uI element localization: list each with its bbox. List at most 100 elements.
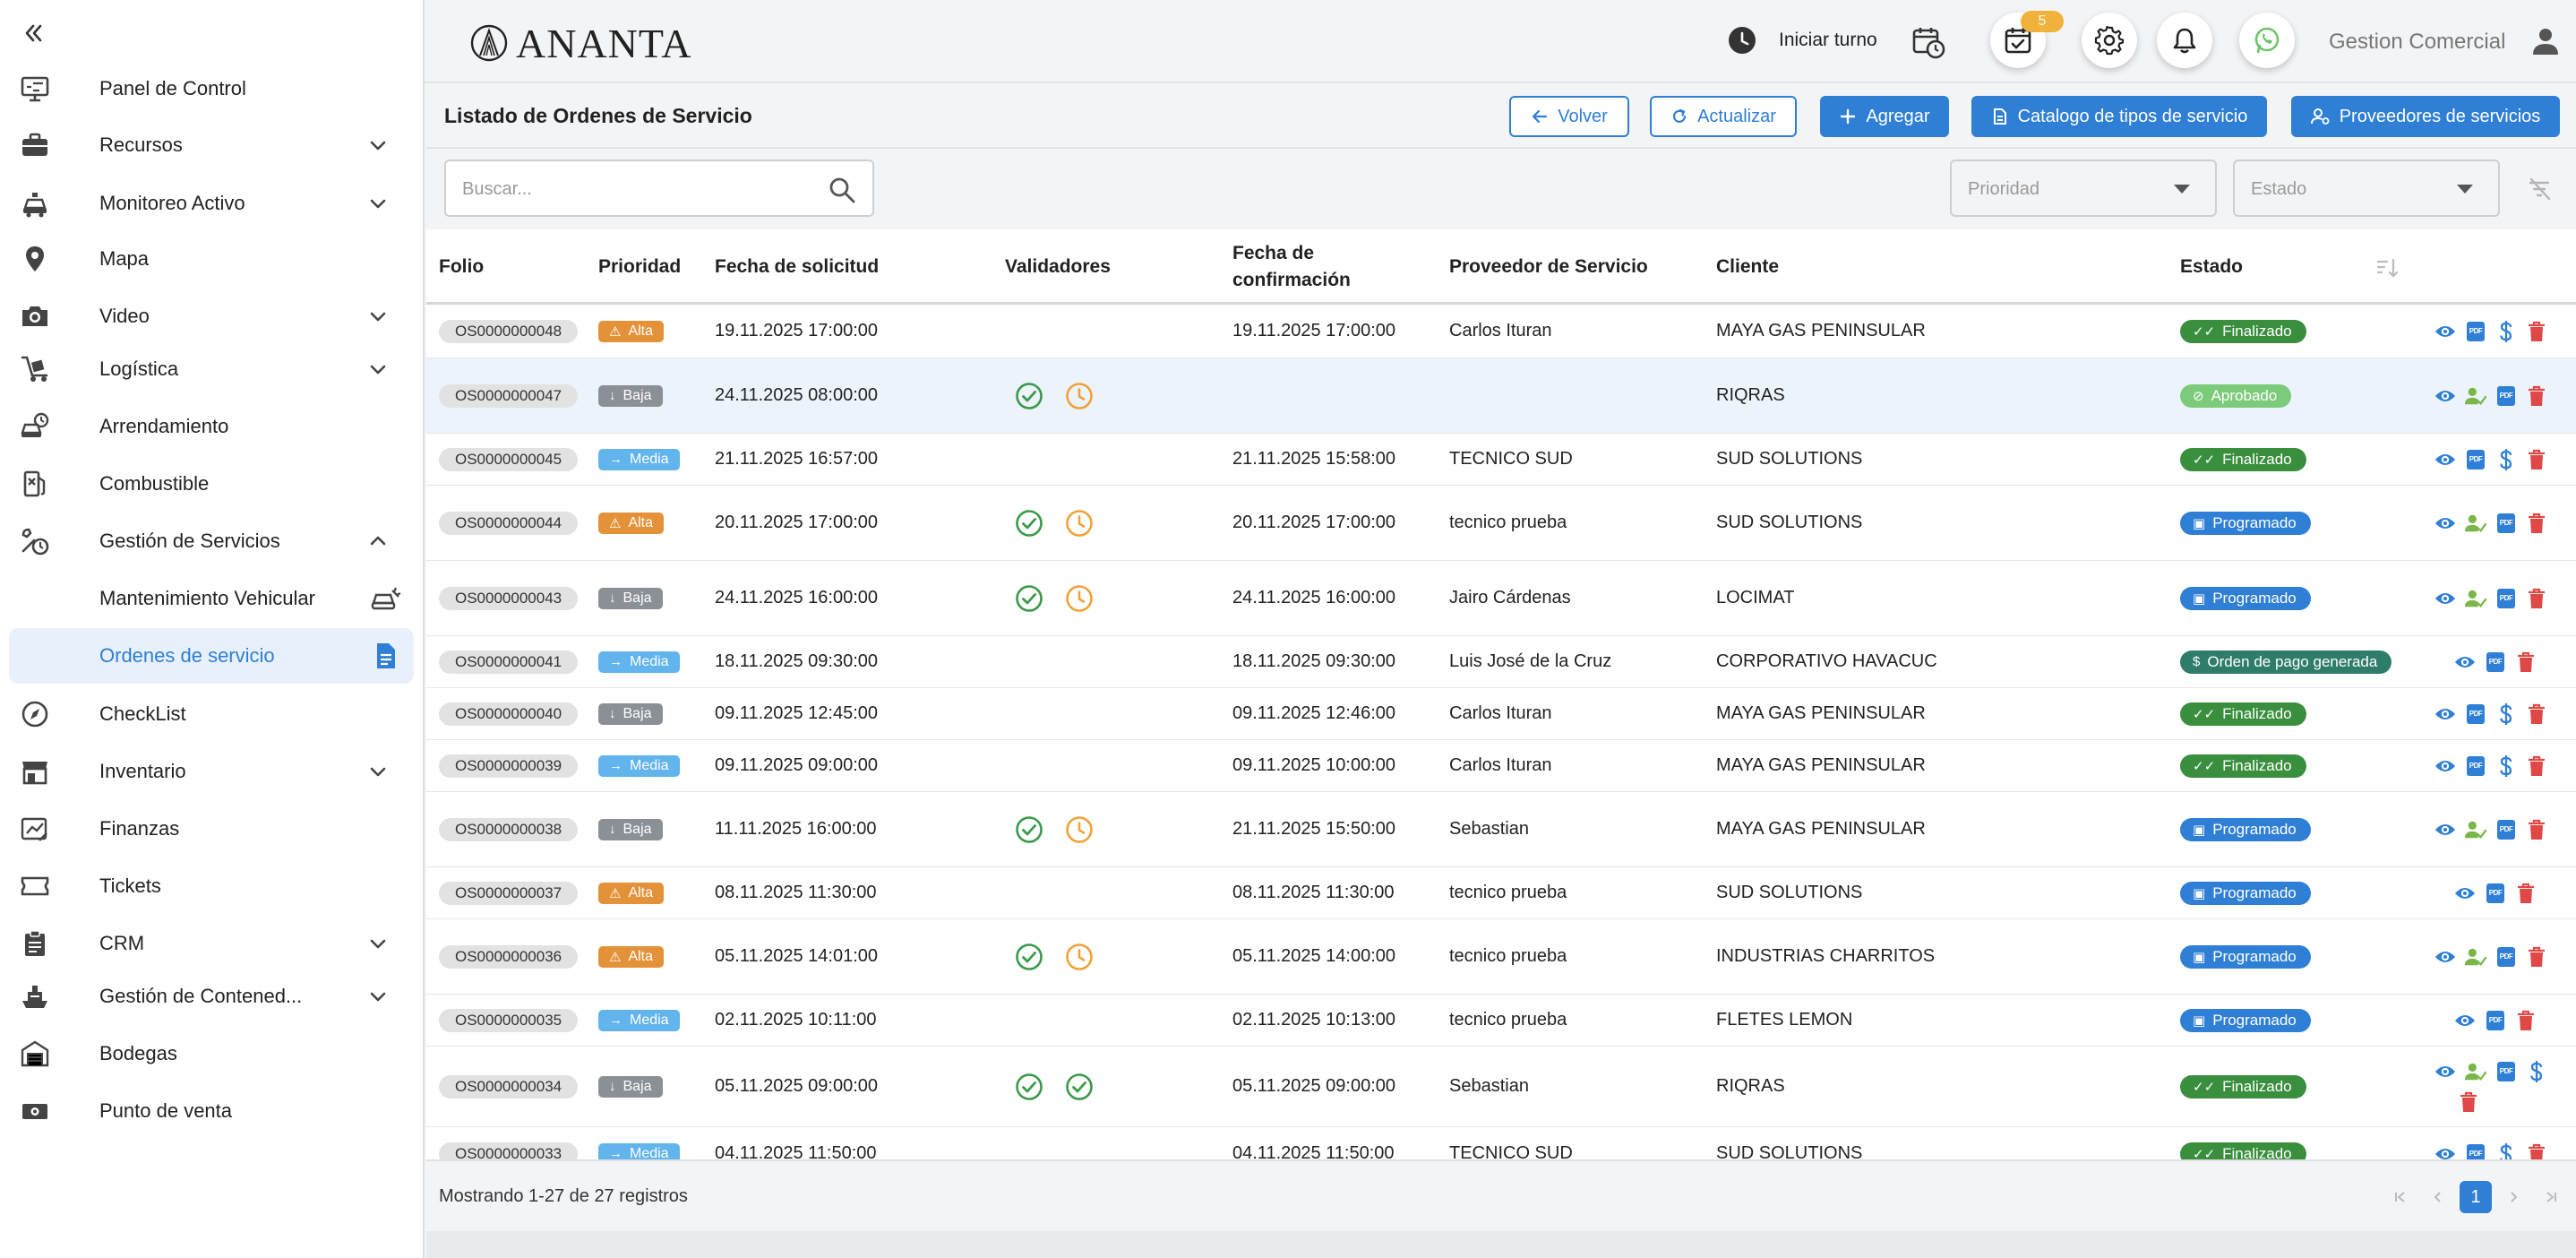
folio-chip[interactable]: OS0000000041 (439, 650, 579, 674)
settings-button[interactable] (2082, 13, 2137, 68)
sidebar-item-finanzas[interactable]: Finanzas (9, 801, 414, 857)
trash-icon[interactable] (2526, 819, 2547, 840)
col-confirm-date[interactable]: Fecha de confirmación (1232, 229, 1351, 305)
folio-chip[interactable]: OS0000000044 (439, 511, 579, 535)
trash-icon[interactable] (2515, 883, 2537, 904)
service-catalog-button[interactable]: Catalogo de tipos de servicio (1971, 96, 2267, 137)
pdf-icon[interactable]: PDF (2465, 1143, 2486, 1159)
sidebar-item-crm[interactable]: CRM (9, 916, 414, 971)
pdf-icon[interactable]: PDF (2465, 321, 2486, 342)
pdf-icon[interactable]: PDF (2465, 703, 2486, 725)
trash-icon[interactable] (2526, 588, 2547, 609)
view-eye-icon[interactable] (2434, 755, 2456, 777)
chevron-down-icon[interactable] (367, 358, 389, 380)
table-row[interactable]: OS0000000041 → Media 18.11.2025 09:30:00 18.… (426, 636, 2576, 688)
table-row[interactable]: OS0000000035 → Media 02.11.2025 10:11:00 02.… (426, 995, 2576, 1047)
priority-select[interactable]: Prioridad (1950, 159, 2217, 217)
trash-icon[interactable] (2526, 449, 2547, 470)
table-row[interactable]: OS0000000033 → Media 04.11.2025 11:50:00 04.… (426, 1127, 2576, 1159)
folio-chip[interactable]: OS0000000039 (439, 754, 579, 778)
col-client[interactable]: Cliente (1716, 229, 1779, 305)
sidebar-item-gestión-de-contened[interactable]: Gestión de Contened... (9, 969, 414, 1024)
trash-icon[interactable] (2526, 321, 2547, 342)
chevron-down-icon[interactable] (367, 134, 389, 156)
chevron-down-icon[interactable] (367, 761, 389, 782)
col-folio[interactable]: Folio (439, 229, 484, 305)
dollar-icon[interactable] (2495, 702, 2517, 725)
service-providers-button[interactable]: Proveedores de servicios (2291, 96, 2560, 137)
view-eye-icon[interactable] (2434, 449, 2456, 470)
notifications-button[interactable] (2157, 13, 2212, 68)
sidebar-item-tickets[interactable]: Tickets (9, 858, 414, 914)
col-validators[interactable]: Validadores (1005, 229, 1111, 305)
trash-icon[interactable] (2526, 1143, 2547, 1159)
clear-filter-icon[interactable] (2526, 176, 2553, 202)
sort-icon[interactable] (2375, 256, 2399, 280)
trash-icon[interactable] (2515, 651, 2537, 673)
assign-user-check-icon[interactable] (2465, 1061, 2486, 1082)
back-button[interactable]: Volver (1509, 96, 1629, 137)
folio-chip[interactable]: OS0000000043 (439, 586, 579, 610)
state-select[interactable]: Estado (2233, 159, 2500, 217)
pdf-icon[interactable]: PDF (2485, 883, 2506, 904)
view-eye-icon[interactable] (2454, 883, 2476, 904)
dollar-icon[interactable] (2526, 1060, 2547, 1082)
view-eye-icon[interactable] (2434, 1143, 2456, 1160)
chevron-down-icon[interactable] (367, 986, 389, 1007)
trash-icon[interactable] (2515, 1010, 2537, 1031)
brand-logo[interactable]: ANANTA (469, 18, 692, 68)
user-name[interactable]: Gestion Comercial (2329, 30, 2505, 55)
view-eye-icon[interactable] (2434, 385, 2456, 407)
whatsapp-button[interactable] (2239, 13, 2295, 68)
table-row[interactable]: OS0000000045 → Media 21.11.2025 16:57:00 21.… (426, 434, 2576, 486)
trash-icon[interactable] (2526, 946, 2547, 968)
col-provider[interactable]: Proveedor de Servicio (1449, 229, 1648, 305)
pdf-icon[interactable]: PDF (2465, 449, 2486, 470)
folio-chip[interactable]: OS0000000034 (439, 1074, 579, 1099)
table-row[interactable]: OS0000000040 ↓ Baja 09.11.2025 12:45:00 09.1… (426, 688, 2576, 740)
table-row[interactable]: OS0000000043 ↓ Baja 24.11.2025 16:00:00 24.1… (426, 561, 2576, 636)
calendar-clock-icon[interactable] (1911, 25, 1945, 59)
dollar-icon[interactable] (2495, 1142, 2517, 1159)
view-eye-icon[interactable] (2454, 1010, 2476, 1031)
pdf-icon[interactable]: PDF (2485, 1010, 2506, 1031)
dollar-icon[interactable] (2495, 448, 2517, 470)
pdf-icon[interactable]: PDF (2465, 755, 2486, 777)
folio-chip[interactable]: OS0000000036 (439, 944, 579, 969)
table-row[interactable]: OS0000000048 ⚠ Alta 19.11.2025 17:00:00 19.1… (426, 305, 2576, 358)
view-eye-icon[interactable] (2454, 651, 2476, 673)
user-icon[interactable] (2529, 25, 2562, 57)
table-row[interactable]: OS0000000038 ↓ Baja 11.11.2025 16:00:00 21.1… (426, 792, 2576, 867)
sidebar-item-checklist[interactable]: CheckList (9, 686, 414, 742)
sidebar-item-mantenimiento-vehicular[interactable]: Mantenimiento Vehicular (9, 571, 414, 626)
assign-user-check-icon[interactable] (2465, 588, 2486, 609)
folio-chip[interactable]: OS0000000037 (439, 881, 579, 905)
table-row[interactable]: OS0000000044 ⚠ Alta 20.11.2025 17:00:00 20.1… (426, 486, 2576, 561)
view-eye-icon[interactable] (2434, 321, 2456, 342)
table-row[interactable]: OS0000000047 ↓ Baja 24.11.2025 08:00:00 RIQR… (426, 358, 2576, 434)
trash-icon[interactable] (2526, 513, 2547, 534)
view-eye-icon[interactable] (2434, 819, 2456, 840)
folio-chip[interactable]: OS0000000033 (439, 1142, 579, 1159)
sidebar-item-inventario[interactable]: Inventario (9, 744, 414, 799)
col-state[interactable]: Estado (2180, 229, 2243, 305)
assign-user-check-icon[interactable] (2465, 946, 2486, 968)
start-shift-button[interactable]: Iniciar turno (1727, 25, 1877, 56)
pdf-icon[interactable]: PDF (2495, 513, 2517, 534)
assign-user-check-icon[interactable] (2465, 819, 2486, 840)
page-1-button[interactable]: 1 (2460, 1181, 2492, 1213)
add-button[interactable]: Agregar (1820, 96, 1949, 137)
folio-chip[interactable]: OS0000000040 (439, 702, 579, 726)
pdf-icon[interactable]: PDF (2495, 819, 2517, 840)
trash-icon[interactable] (2458, 1091, 2479, 1113)
last-page-icon[interactable] (2535, 1181, 2567, 1213)
pdf-icon[interactable]: PDF (2495, 1061, 2517, 1082)
search-icon[interactable] (828, 176, 856, 204)
sidebar-item-punto-de-venta[interactable]: Punto de venta (9, 1083, 414, 1139)
refresh-button[interactable]: Actualizar (1650, 96, 1797, 137)
pdf-icon[interactable]: PDF (2495, 946, 2517, 968)
next-page-icon[interactable] (2497, 1181, 2529, 1213)
sidebar-item-monitoreo-activo[interactable]: Monitoreo Activo (9, 176, 414, 231)
sidebar-item-gestión-de-servicios[interactable]: Gestión de Servicios (9, 513, 414, 569)
search-input[interactable] (460, 161, 822, 217)
